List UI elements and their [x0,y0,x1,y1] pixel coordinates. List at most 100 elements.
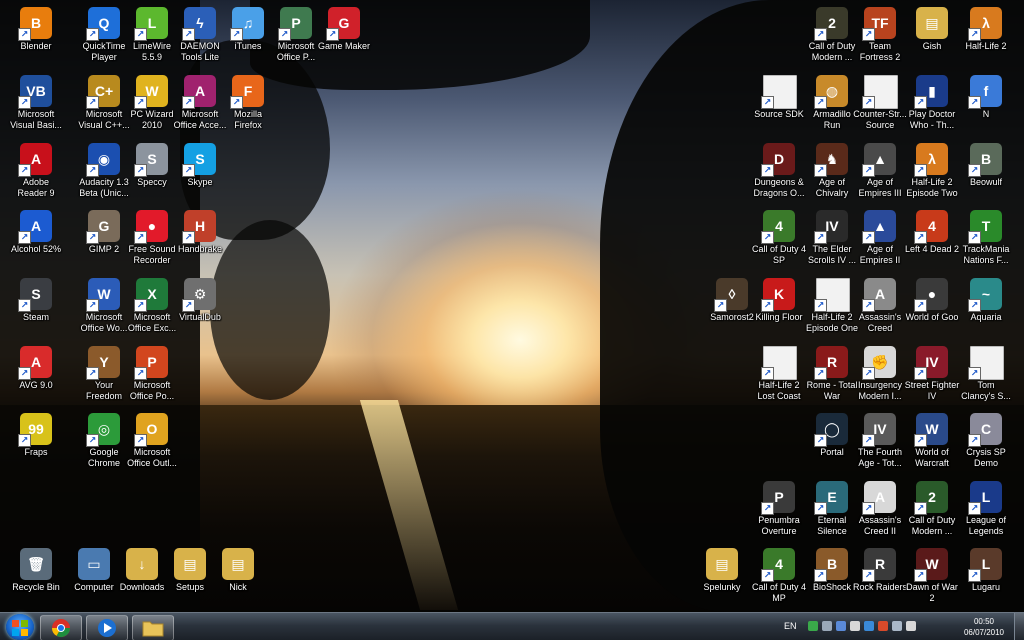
tray-icon[interactable] [836,621,846,631]
desktop-shortcut[interactable]: VB ↗ Microsoft Visual Basi... [2,72,70,136]
desktop-shortcut[interactable]: F ↗ Mozilla Firefox [214,72,282,136]
start-button[interactable] [6,614,34,640]
shortcut-arrow-icon: ↗ [914,434,927,447]
shortcut-picture: P ↗ [134,346,168,380]
shortcut-picture: f ↗ [968,75,1002,109]
tray-icon[interactable] [906,621,916,631]
desktop-shortcut[interactable]: T ↗ TrackMania Nations F... [952,207,1020,271]
shortcut-arrow-icon: ↗ [182,299,195,312]
shortcut-arrow-icon: ↗ [862,502,875,515]
desktop-shortcut[interactable]: G ↗ Game Maker [310,4,378,68]
shortcut-picture: 🗑 [20,548,52,580]
shortcut-arrow-icon: ↗ [326,28,339,41]
chrome-taskbar-button[interactable] [40,615,82,640]
desktop-shortcut[interactable]: ▤ Nick [204,545,272,609]
tray-icon[interactable] [892,621,902,631]
shortcut-label: Microsoft Office Po... [129,380,175,401]
shortcut-picture: ● ↗ [134,210,168,244]
shortcut-arrow-icon: ↗ [862,569,875,582]
shortcut-label: Crysis SP Demo [966,447,1006,468]
shortcut-picture: S ↗ [182,143,216,177]
shortcut-picture: ↗ [761,346,797,380]
nick-folder-icon: ▤ [222,548,254,580]
shortcut-arrow-icon: ↗ [18,231,31,244]
shortcut-arrow-icon: ↗ [230,28,243,41]
shortcut-picture: R ↗ [814,346,848,380]
desktop-shortcut[interactable]: B ↗ Blender [2,4,70,68]
shortcut-arrow-icon: ↗ [914,569,927,582]
desktop-shortcut[interactable]: 99 ↗ Fraps [2,410,70,474]
shortcut-picture: ▤ [174,548,206,580]
clock[interactable]: 00:50 06/07/2010 [958,616,1010,638]
shortcut-picture: H ↗ [182,210,216,244]
shortcut-label: Microsoft Visual Basi... [10,109,62,130]
shortcut-picture: 4 ↗ [914,210,948,244]
shortcut-picture: ▤ [222,548,254,580]
desktop-shortcut[interactable]: L ↗ League of Legends [952,478,1020,542]
desktop-shortcut[interactable]: ~ ↗ Aquaria [952,275,1020,339]
shortcut-picture: IV ↗ [862,413,896,447]
shortcut-picture: L ↗ [968,548,1002,582]
shortcut-arrow-icon: ↗ [86,28,99,41]
desktop-shortcut[interactable]: S ↗ Steam [2,275,70,339]
shortcut-label: Alcohol 52% [10,244,62,254]
tray-icon[interactable] [822,621,832,631]
desktop-shortcut[interactable]: S ↗ Skype [166,140,234,204]
desktop-shortcut[interactable]: H ↗ Handbrake [166,207,234,271]
desktop-shortcut[interactable]: A ↗ Adobe Reader 9 [2,140,70,204]
shortcut-arrow-icon: ↗ [968,28,981,41]
shortcut-arrow-icon: ↗ [86,164,99,177]
shortcut-picture: 4 ↗ [761,210,795,244]
show-desktop-button[interactable] [1014,613,1024,640]
desktop-shortcut[interactable]: L ↗ Lugaru [952,545,1020,609]
shortcut-picture: A ↗ [18,143,52,177]
shortcut-label: N [982,109,990,119]
desktop-shortcut[interactable]: λ ↗ Half-Life 2 [952,4,1020,68]
shortcut-arrow-icon: ↗ [182,231,195,244]
desktop-shortcut[interactable]: f ↗ N [952,72,1020,136]
shortcut-picture: 99 ↗ [18,413,52,447]
shortcut-label: VirtualDub [179,312,221,322]
desktop-shortcut[interactable]: O ↗ Microsoft Office Outl... [118,410,186,474]
desktop-shortcut[interactable]: A ↗ AVG 9.0 [2,343,70,407]
shortcut-arrow-icon: ↗ [914,96,927,109]
desktop-shortcut[interactable]: C ↗ Crysis SP Demo [952,410,1020,474]
shortcut-label: Game Maker [317,41,370,51]
shortcut-picture: 2 ↗ [914,481,948,515]
tray-icon[interactable] [864,621,874,631]
shortcut-arrow-icon: ↗ [862,164,875,177]
shortcut-label: Handbrake [177,244,223,254]
shortcut-arrow-icon: ↗ [862,96,875,109]
explorer-taskbar-button[interactable] [132,615,174,640]
tray-icon[interactable] [808,621,818,631]
shortcut-arrow-icon: ↗ [761,569,774,582]
shortcut-label: Nick [229,582,247,592]
shortcut-label: Half-Life 2 [965,41,1007,51]
shortcut-picture: IV ↗ [814,210,848,244]
shortcut-label: Blender [20,41,52,51]
media-player-taskbar-button[interactable] [86,615,128,640]
shortcut-picture: ▤ [916,7,948,39]
shortcut-picture: A ↗ [18,346,52,380]
tray-icon[interactable] [850,621,860,631]
desktop-shortcut[interactable]: B ↗ Beowulf [952,140,1020,204]
taskbar: EN 00:50 06/07/2010 [0,612,1024,640]
clock-time: 00:50 [973,617,995,626]
desktop-shortcut[interactable]: P ↗ Microsoft Office Po... [118,343,186,407]
desktop-shortcut[interactable]: ↗ Tom Clancy's S... [952,343,1020,407]
setups-folder-icon: ▤ [174,548,206,580]
tray-icon[interactable] [878,621,888,631]
shortcut-picture: ♞ ↗ [814,143,848,177]
shortcut-arrow-icon: ↗ [914,231,927,244]
desktop-shortcut[interactable]: A ↗ Alcohol 52% [2,207,70,271]
shortcut-arrow-icon: ↗ [134,231,147,244]
shortcut-arrow-icon: ↗ [968,164,981,177]
shortcut-arrow-icon: ↗ [862,299,875,312]
shortcut-arrow-icon: ↗ [18,299,31,312]
shortcut-arrow-icon: ↗ [814,28,827,41]
shortcut-arrow-icon: ↗ [968,502,981,515]
shortcut-picture: ↗ [862,75,898,109]
desktop-shortcut[interactable]: ⚙ ↗ VirtualDub [166,275,234,339]
shortcut-arrow-icon: ↗ [182,96,195,109]
shortcut-arrow-icon: ↗ [814,502,827,515]
